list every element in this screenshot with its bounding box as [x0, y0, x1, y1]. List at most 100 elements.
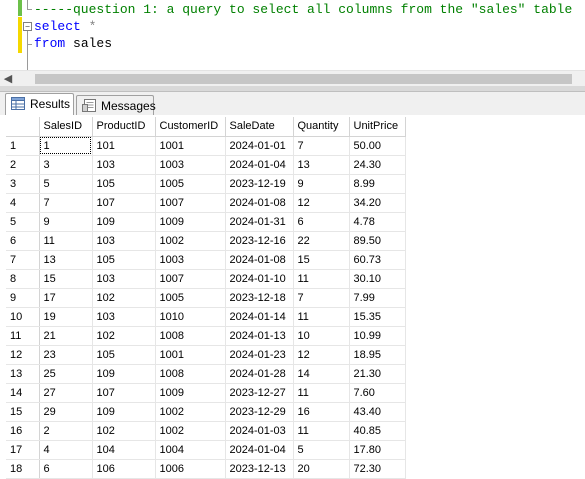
- column-header[interactable]: CustomerID: [155, 117, 226, 137]
- grid-cell[interactable]: 1009: [155, 383, 226, 403]
- table-row[interactable]: 5 9 109 1009 2024-01-31 6 4.78: [6, 212, 406, 232]
- grid-cell[interactable]: 5: [293, 440, 350, 460]
- grid-cell[interactable]: 15: [293, 250, 350, 270]
- grid-cell[interactable]: 2024-01-04: [225, 155, 294, 175]
- grid-cell[interactable]: 2023-12-27: [225, 383, 294, 403]
- scrollbar-thumb[interactable]: [35, 74, 572, 84]
- grid-cell[interactable]: 29: [39, 402, 93, 422]
- grid-cell[interactable]: 1008: [155, 326, 226, 346]
- table-row[interactable]: 8 15 103 1007 2024-01-10 11 30.10: [6, 269, 406, 289]
- grid-cell[interactable]: 17: [39, 288, 93, 308]
- grid-cell[interactable]: 1010: [155, 307, 226, 327]
- grid-cell[interactable]: 102: [92, 421, 156, 441]
- grid-cell[interactable]: 1006: [155, 459, 226, 479]
- grid-cell[interactable]: 27: [39, 383, 93, 403]
- grid-cell[interactable]: 12: [293, 345, 350, 365]
- grid-cell[interactable]: 14: [293, 364, 350, 384]
- grid-cell[interactable]: 7: [293, 136, 350, 156]
- grid-cell[interactable]: 1002: [155, 402, 226, 422]
- row-number[interactable]: 10: [6, 307, 40, 327]
- table-row[interactable]: 13 25 109 1008 2024-01-28 14 21.30: [6, 364, 406, 384]
- collapse-icon[interactable]: −: [23, 22, 32, 31]
- grid-cell[interactable]: 105: [92, 250, 156, 270]
- grid-cell[interactable]: 19: [39, 307, 93, 327]
- grid-cell[interactable]: 1005: [155, 174, 226, 194]
- grid-cell[interactable]: 50.00: [349, 136, 406, 156]
- grid-cell[interactable]: 30.10: [349, 269, 406, 289]
- row-number[interactable]: 12: [6, 345, 40, 365]
- tab-messages[interactable]: Messages: [76, 95, 156, 115]
- table-row[interactable]: 9 17 102 1005 2023-12-18 7 7.99: [6, 288, 406, 308]
- grid-cell[interactable]: 3: [39, 155, 93, 175]
- row-number[interactable]: 4: [6, 193, 40, 213]
- grid-cell[interactable]: 2024-01-28: [225, 364, 294, 384]
- row-number[interactable]: 9: [6, 288, 40, 308]
- grid-cell[interactable]: 43.40: [349, 402, 406, 422]
- grid-cell[interactable]: 1004: [155, 440, 226, 460]
- row-number[interactable]: 13: [6, 364, 40, 384]
- grid-cell[interactable]: 15: [39, 269, 93, 289]
- grid-cell[interactable]: 103: [92, 155, 156, 175]
- row-number[interactable]: 14: [6, 383, 40, 403]
- grid-cell[interactable]: 109: [92, 212, 156, 232]
- grid-cell[interactable]: 34.20: [349, 193, 406, 213]
- grid-cell[interactable]: 20: [293, 459, 350, 479]
- grid-cell[interactable]: 18.95: [349, 345, 406, 365]
- row-number[interactable]: 11: [6, 326, 40, 346]
- grid-cell[interactable]: 1001: [155, 345, 226, 365]
- row-number[interactable]: 3: [6, 174, 40, 194]
- grid-cell[interactable]: 1002: [155, 231, 226, 251]
- table-row[interactable]: 14 27 107 1009 2023-12-27 11 7.60: [6, 383, 406, 403]
- row-number[interactable]: 7: [6, 250, 40, 270]
- grid-cell[interactable]: 107: [92, 193, 156, 213]
- query-editor[interactable]: − -----question 1: a query to select all…: [0, 0, 585, 70]
- grid-cell[interactable]: 105: [92, 345, 156, 365]
- grid-cell[interactable]: 9: [293, 174, 350, 194]
- table-row[interactable]: 15 29 109 1002 2023-12-29 16 43.40: [6, 402, 406, 422]
- grid-cell[interactable]: 22: [293, 231, 350, 251]
- grid-cell[interactable]: 13: [293, 155, 350, 175]
- grid-cell[interactable]: 4.78: [349, 212, 406, 232]
- grid-cell[interactable]: 8.99: [349, 174, 406, 194]
- grid-cell[interactable]: 2024-01-13: [225, 326, 294, 346]
- grid-cell[interactable]: 103: [92, 307, 156, 327]
- row-number[interactable]: 5: [6, 212, 40, 232]
- grid-cell[interactable]: 10.99: [349, 326, 406, 346]
- grid-cell[interactable]: 7: [39, 193, 93, 213]
- column-header[interactable]: SalesID: [39, 117, 93, 137]
- grid-cell[interactable]: 105: [92, 174, 156, 194]
- table-row[interactable]: 3 5 105 1005 2023-12-19 9 8.99: [6, 174, 406, 194]
- grid-cell[interactable]: 6: [39, 459, 93, 479]
- grid-cell[interactable]: 2024-01-31: [225, 212, 294, 232]
- results-grid[interactable]: SalesID ProductID CustomerID SaleDate Quanti…: [0, 115, 585, 479]
- grid-cell[interactable]: 7: [293, 288, 350, 308]
- row-number[interactable]: 16: [6, 421, 40, 441]
- grid-cell[interactable]: 11: [39, 231, 93, 251]
- grid-cell[interactable]: 21.30: [349, 364, 406, 384]
- grid-cell[interactable]: 2023-12-18: [225, 288, 294, 308]
- grid-cell[interactable]: 109: [92, 364, 156, 384]
- scroll-left-icon[interactable]: ◀: [2, 72, 14, 86]
- row-number[interactable]: 8: [6, 269, 40, 289]
- grid-cell[interactable]: 4: [39, 440, 93, 460]
- grid-corner[interactable]: [6, 117, 40, 137]
- grid-cell[interactable]: 103: [92, 269, 156, 289]
- editor-line-3[interactable]: from sales: [34, 35, 112, 52]
- results-table[interactable]: SalesID ProductID CustomerID SaleDate Quanti…: [6, 117, 406, 479]
- grid-cell[interactable]: 1009: [155, 212, 226, 232]
- row-number[interactable]: 15: [6, 402, 40, 422]
- table-row[interactable]: 16 2 102 1002 2024-01-03 11 40.85: [6, 421, 406, 441]
- grid-cell[interactable]: 1002: [155, 421, 226, 441]
- grid-cell[interactable]: 1007: [155, 193, 226, 213]
- row-number[interactable]: 17: [6, 440, 40, 460]
- grid-cell[interactable]: 11: [293, 269, 350, 289]
- grid-cell[interactable]: 2024-01-08: [225, 250, 294, 270]
- grid-cell[interactable]: 13: [39, 250, 93, 270]
- grid-cell[interactable]: 21: [39, 326, 93, 346]
- grid-cell[interactable]: 5: [39, 174, 93, 194]
- grid-cell[interactable]: 1: [39, 136, 93, 156]
- table-row[interactable]: 4 7 107 1007 2024-01-08 12 34.20: [6, 193, 406, 213]
- editor-horizontal-scrollbar[interactable]: ◀: [0, 70, 585, 87]
- grid-cell[interactable]: 72.30: [349, 459, 406, 479]
- grid-cell[interactable]: 12: [293, 193, 350, 213]
